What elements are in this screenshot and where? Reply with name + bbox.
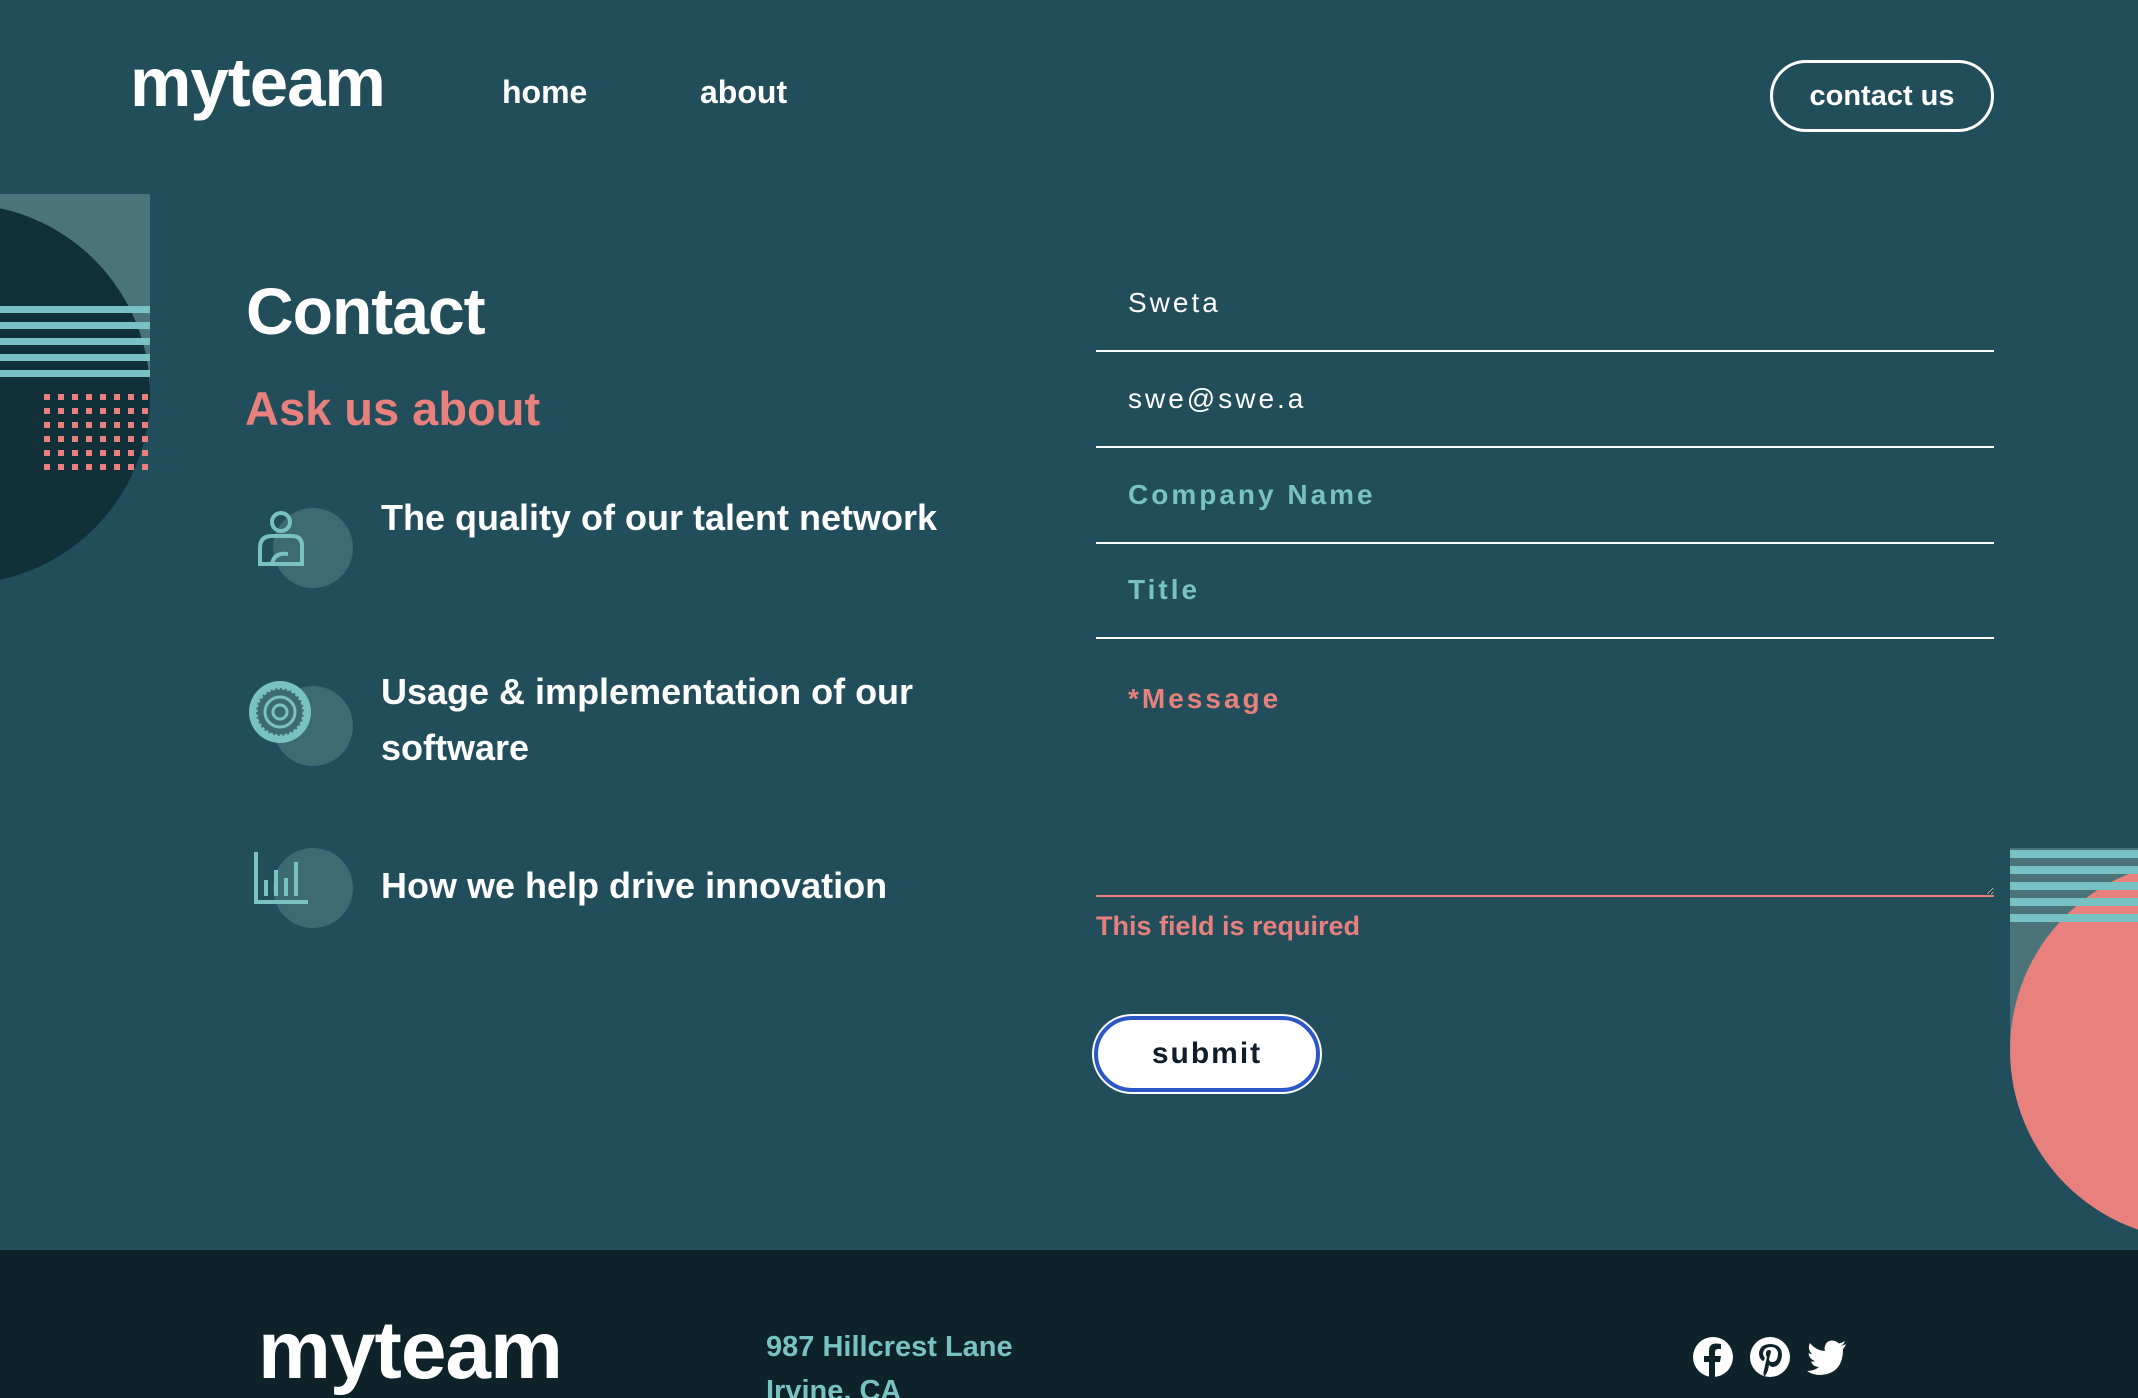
submit-button[interactable]: submit bbox=[1094, 1016, 1320, 1092]
contact-us-button[interactable]: contact us bbox=[1770, 60, 1994, 132]
header-logo[interactable]: myteam bbox=[130, 48, 386, 117]
nav-home-link[interactable]: home bbox=[502, 76, 587, 108]
page-title: Contact bbox=[246, 274, 486, 348]
cog-icon bbox=[249, 681, 353, 766]
feature-text: Usage & implementation of our software bbox=[381, 671, 914, 768]
pinterest-icon[interactable] bbox=[1749, 1336, 1791, 1378]
decorative-pattern-left bbox=[0, 194, 150, 594]
address-line: Irvine, CA bbox=[766, 1375, 902, 1398]
footer-address: 987 Hillcrest Lane Irvine, CA bbox=[766, 1325, 1013, 1398]
footer-logo[interactable]: myteam bbox=[258, 1310, 563, 1392]
twitter-icon[interactable] bbox=[1806, 1336, 1848, 1378]
person-icon bbox=[258, 508, 353, 588]
feature-text: The quality of our talent network bbox=[381, 497, 938, 538]
message-error-text: This field is required bbox=[1096, 911, 1361, 941]
email-input[interactable] bbox=[1096, 352, 1994, 448]
decorative-pattern-right bbox=[2010, 848, 2138, 1248]
name-input[interactable] bbox=[1096, 256, 1994, 352]
title-input[interactable] bbox=[1096, 543, 1994, 639]
address-line: 987 Hillcrest Lane bbox=[766, 1331, 1013, 1363]
nav-about-link[interactable]: about bbox=[700, 76, 787, 108]
footer: myteam 987 Hillcrest Lane Irvine, CA bbox=[0, 1250, 2138, 1398]
section-subtitle: Ask us about bbox=[245, 382, 541, 435]
feature-text: How we help drive innovation bbox=[381, 865, 888, 906]
page: myteam home about contact us Contact Ask… bbox=[0, 0, 2138, 1398]
message-textarea[interactable] bbox=[1096, 665, 1994, 897]
company-name-input[interactable] bbox=[1096, 448, 1994, 544]
bar-chart-icon bbox=[254, 848, 353, 928]
facebook-icon[interactable] bbox=[1692, 1336, 1734, 1378]
